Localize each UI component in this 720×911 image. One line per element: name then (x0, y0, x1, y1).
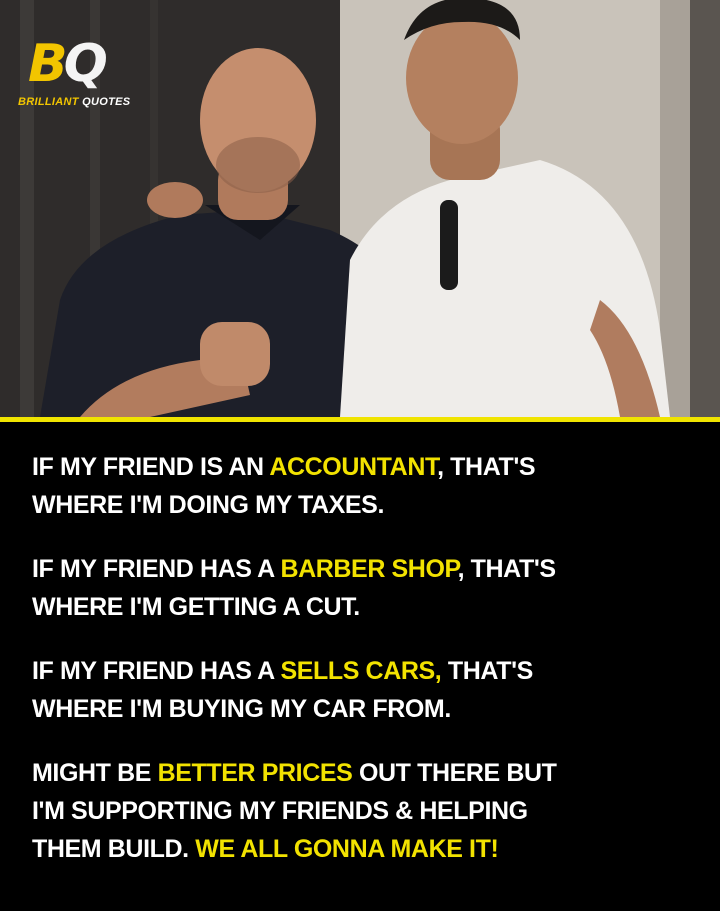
photo-two-men: BQ BRILLIANT QUOTES (0, 0, 720, 417)
quote-text-block: IF MY FRIEND IS AN ACCOUNTANT, THAT'S WH… (32, 448, 702, 894)
quote-text: WHERE I'M DOING MY TAXES. (32, 491, 384, 519)
logo-word-quotes: QUOTES (82, 96, 131, 108)
quote-highlight: WE ALL GONNA MAKE IT! (195, 835, 499, 863)
yellow-divider (0, 417, 720, 422)
quote-paragraph-2: IF MY FRIEND HAS A BARBER SHOP, THAT'S W… (32, 550, 702, 626)
quote-text: WHERE I'M BUYING MY CAR FROM. (32, 695, 451, 723)
logo-letter-q: Q (63, 34, 108, 94)
logo-wordmark: BRILLIANT QUOTES (18, 96, 158, 108)
quote-text: IF MY FRIEND HAS A (32, 555, 281, 583)
brand-logo: BQ BRILLIANT QUOTES (18, 36, 148, 116)
quote-text: IF MY FRIEND HAS A (32, 657, 281, 685)
quote-text: I'M SUPPORTING MY FRIENDS & HELPING (32, 797, 528, 825)
logo-monogram: BQ (28, 34, 108, 94)
quote-text: WHERE I'M GETTING A CUT. (32, 593, 360, 621)
logo-word-brilliant: BRILLIANT (18, 96, 79, 108)
quote-text: THAT'S (441, 657, 533, 685)
quote-text: , THAT'S (457, 555, 557, 583)
quote-card: BQ BRILLIANT QUOTES IF MY FRIEND IS AN A… (0, 0, 720, 911)
quote-highlight: BARBER SHOP (280, 555, 458, 583)
quote-paragraph-1: IF MY FRIEND IS AN ACCOUNTANT, THAT'S WH… (32, 448, 702, 524)
quote-text: THEM BUILD. (32, 835, 196, 863)
quote-paragraph-4: MIGHT BE BETTER PRICES OUT THERE BUT I'M… (32, 754, 702, 868)
logo-letter-b: B (28, 34, 68, 94)
quote-text: , THAT'S (437, 453, 536, 481)
quote-highlight: BETTER PRICES (157, 759, 353, 787)
quote-highlight: SELLS CARS, (280, 657, 442, 685)
quote-text: OUT THERE BUT (352, 759, 557, 787)
quote-text: MIGHT BE (32, 759, 158, 787)
quote-highlight: ACCOUNTANT (269, 453, 438, 481)
quote-paragraph-3: IF MY FRIEND HAS A SELLS CARS, THAT'S WH… (32, 652, 702, 728)
quote-text: IF MY FRIEND IS AN (32, 453, 270, 481)
